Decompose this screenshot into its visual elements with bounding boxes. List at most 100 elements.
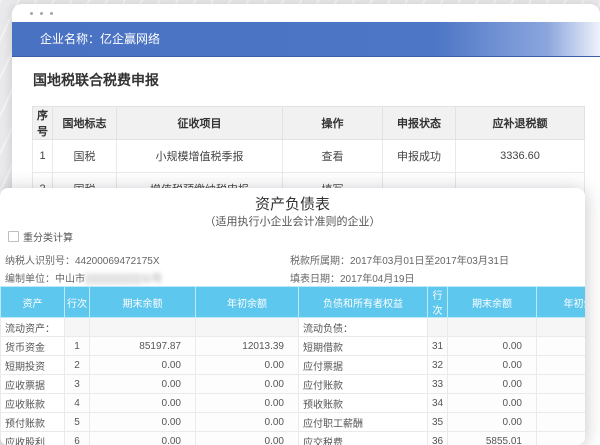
balance-sheet-row: 应收票据 3 0.00 0.00 应付账款 33 0.00 — [0, 374, 585, 394]
prepared-by-redacted: ▒▒▒▒▒▒▒▒公司 — [85, 274, 162, 285]
asset-beginning-balance-cell[interactable]: 12013.39 — [195, 336, 299, 356]
col-header-flag: 国地标志 — [52, 106, 117, 140]
col-header-action: 操作 — [282, 106, 383, 140]
liability-ending-balance-cell[interactable] — [447, 317, 537, 337]
liability-label-cell: 应交税费 — [298, 431, 428, 445]
liability-beginning-balance-cell[interactable] — [536, 431, 585, 445]
asset-line-cell: 2 — [64, 355, 90, 375]
liability-beginning-balance-cell[interactable] — [536, 336, 585, 356]
collection-item-cell: 小规模增值税季报 — [116, 139, 283, 173]
liability-ending-balance-cell[interactable]: 0.00 — [447, 412, 537, 432]
liability-ending-balance-cell[interactable]: 0.00 — [447, 374, 537, 394]
tax-period-value: 2017年03月01日至2017年03月31日 — [350, 256, 509, 267]
app-header-bar: 企业名称：亿企赢网络 — [12, 22, 600, 57]
asset-ending-balance-cell[interactable]: 0.00 — [89, 374, 196, 394]
liability-line-cell: 35 — [427, 412, 448, 432]
liability-beginning-balance-cell[interactable] — [536, 317, 585, 337]
liability-line-cell: 32 — [427, 355, 448, 375]
declaration-row: 1 国税 小规模增值税季报 查看 申报成功 3336.60 — [32, 139, 585, 173]
liability-beginning-balance-cell[interactable] — [536, 393, 585, 413]
col-header-asset-line: 行次 — [64, 286, 90, 318]
asset-ending-balance-cell[interactable]: 0.00 — [89, 412, 196, 432]
liability-beginning-balance-cell[interactable] — [536, 374, 585, 394]
prepared-by-field: 编制单位：中山市▒▒▒▒▒▒▒▒公司 — [5, 270, 162, 285]
balance-sheet-table: 资产 行次 期末余额 年初余额 负债和所有者权益 行次 期末余额 年初余额 流动… — [0, 286, 585, 445]
asset-line-cell: 3 — [64, 374, 90, 394]
asset-label-cell: 应收账款 — [0, 393, 65, 413]
liability-ending-balance-cell[interactable]: 0.00 — [447, 336, 537, 356]
liability-line-cell — [427, 317, 448, 337]
liability-label-cell: 应付账款 — [298, 374, 428, 394]
fill-date-field: 填表日期：2017年04月19日 — [290, 270, 415, 285]
asset-beginning-balance-cell[interactable]: 0.00 — [195, 355, 299, 375]
window-dot-icon[interactable] — [30, 12, 33, 15]
col-header-liability: 负债和所有者权益 — [298, 286, 428, 318]
asset-line-cell — [64, 317, 90, 337]
asset-ending-balance-cell[interactable] — [89, 317, 196, 337]
company-name-label: 企业名称：亿企赢网络 — [40, 32, 161, 46]
asset-line-cell: 6 — [64, 431, 90, 445]
liability-line-cell: 33 — [427, 374, 448, 394]
window-dot-icon[interactable] — [40, 12, 43, 15]
prepared-by-label: 编制单位： — [5, 274, 55, 285]
asset-label-cell: 应收股利 — [0, 431, 65, 445]
liability-label-cell: 应付票据 — [298, 355, 428, 375]
reclassify-option[interactable]: 重分类计算 — [8, 229, 73, 244]
tax-flag-cell: 国税 — [52, 139, 117, 173]
col-header-no: 序号 — [32, 106, 53, 140]
window-dot-icon[interactable] — [50, 12, 53, 15]
balance-sheet-row: 预付账款 5 0.00 0.00 应付职工薪酬 35 0.00 — [0, 412, 585, 432]
asset-beginning-balance-cell[interactable] — [195, 317, 299, 337]
row-number-cell: 1 — [32, 139, 53, 173]
asset-ending-balance-cell[interactable]: 0.00 — [89, 355, 196, 375]
asset-beginning-balance-cell[interactable]: 0.00 — [195, 412, 299, 432]
asset-beginning-balance-cell[interactable]: 0.00 — [195, 374, 299, 394]
liability-beginning-balance-cell[interactable] — [536, 355, 585, 375]
prepared-by-prefix: 中山市 — [55, 274, 85, 285]
col-header-liability-begin: 年初余额 — [536, 286, 585, 318]
fill-date-label: 填表日期： — [290, 274, 340, 285]
liability-ending-balance-cell[interactable]: 5855.01 — [447, 431, 537, 445]
liability-beginning-balance-cell[interactable] — [536, 412, 585, 432]
balance-sheet-row: 应收账款 4 0.00 0.00 预收账款 34 0.00 — [0, 393, 585, 413]
asset-ending-balance-cell[interactable]: 0.00 — [89, 393, 196, 413]
asset-ending-balance-cell[interactable]: 85197.87 — [89, 336, 196, 356]
balance-sheet-modal: 资产负债表 （适用执行小企业会计准则的企业） 重分类计算 纳税人识别号：4420… — [0, 188, 585, 445]
col-header-item: 征收项目 — [116, 106, 283, 140]
modal-title: 资产负债表 — [254, 196, 330, 213]
declaration-table-header: 序号 国地标志 征收项目 操作 申报状态 应补退税额 — [32, 106, 585, 140]
col-header-liability-line: 行次 — [427, 286, 448, 318]
asset-line-cell: 1 — [64, 336, 90, 356]
asset-ending-balance-cell[interactable]: 0.00 — [89, 431, 196, 445]
tax-period-label: 税款所属期： — [290, 256, 350, 267]
action-link[interactable]: 查看 — [282, 139, 383, 173]
asset-label-cell: 流动资产： — [0, 317, 65, 337]
liability-line-cell: 34 — [427, 393, 448, 413]
asset-label-cell: 预付账款 — [0, 412, 65, 432]
asset-beginning-balance-cell[interactable]: 0.00 — [195, 393, 299, 413]
liability-line-cell: 31 — [427, 336, 448, 356]
amount-cell: 3336.60 — [455, 139, 585, 173]
fill-date-value: 2017年04月19日 — [340, 274, 415, 285]
asset-beginning-balance-cell[interactable]: 0.00 — [195, 431, 299, 445]
liability-ending-balance-cell[interactable]: 0.00 — [447, 355, 537, 375]
modal-subtitle: （适用执行小企业会计准则的企业） — [204, 216, 381, 228]
reclassify-label: 重分类计算 — [23, 233, 73, 244]
col-header-liability-end: 期末余额 — [447, 286, 537, 318]
window-controls[interactable] — [30, 12, 53, 15]
col-header-asset-begin: 年初余额 — [195, 286, 299, 318]
col-header-status: 申报状态 — [382, 106, 456, 140]
liability-ending-balance-cell[interactable]: 0.00 — [447, 393, 537, 413]
balance-sheet-row: 短期投资 2 0.00 0.00 应付票据 32 0.00 — [0, 355, 585, 375]
asset-label-cell: 货币资金 — [0, 336, 65, 356]
balance-sheet-row: 货币资金 1 85197.87 12013.39 短期借款 31 0.00 — [0, 336, 585, 356]
asset-label-cell: 短期投资 — [0, 355, 65, 375]
reclassify-checkbox[interactable] — [8, 231, 19, 242]
taxpayer-id-field: 纳税人识别号：44200069472175X — [5, 252, 160, 267]
balance-sheet-row: 流动资产： 流动负债： — [0, 317, 585, 337]
page-title: 国地税联合税费申报 — [33, 72, 159, 88]
col-header-amount: 应补退税额 — [455, 106, 585, 140]
liability-line-cell: 36 — [427, 431, 448, 445]
asset-line-cell: 5 — [64, 412, 90, 432]
asset-label-cell: 应收票据 — [0, 374, 65, 394]
